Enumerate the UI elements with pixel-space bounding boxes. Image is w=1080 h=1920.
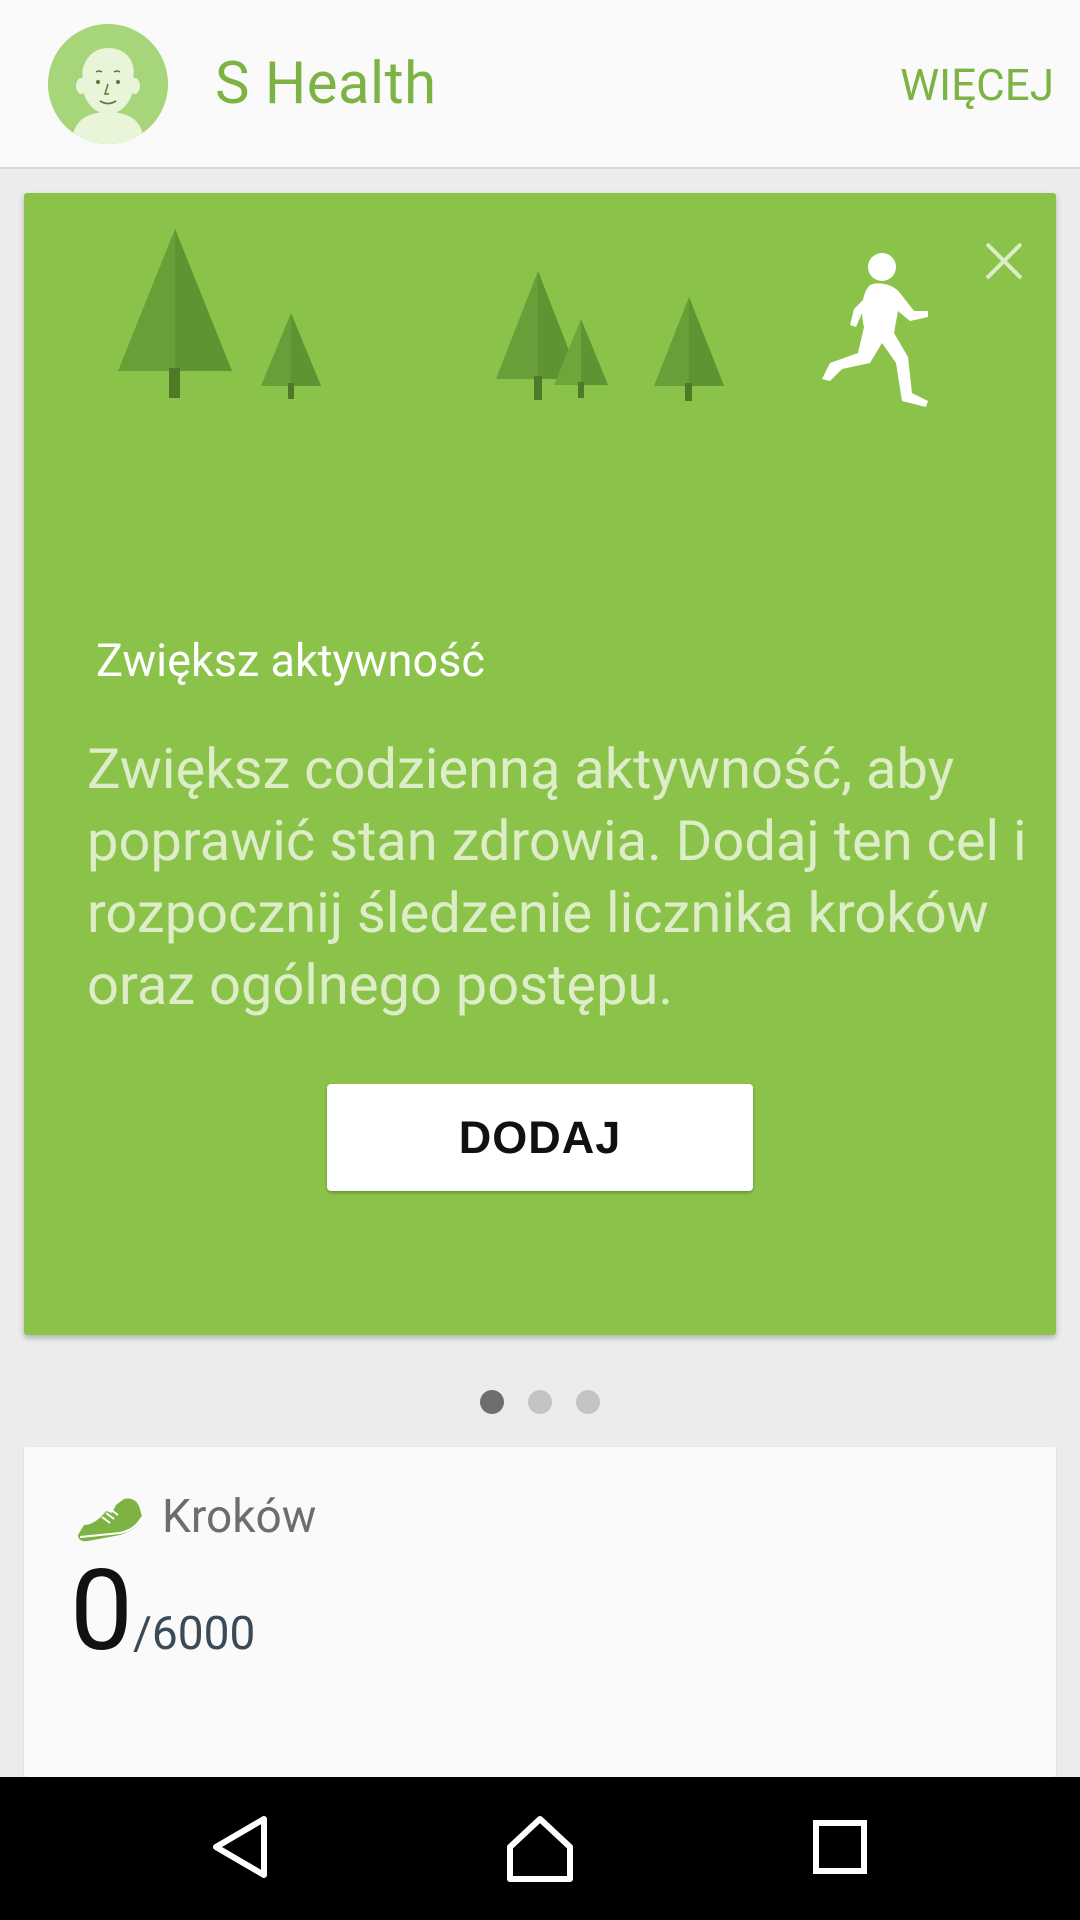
profile-face-icon: [48, 24, 168, 144]
tree-icon: [654, 297, 724, 401]
steps-current-count: 0: [70, 1546, 133, 1677]
pager-dot-2[interactable]: [528, 1390, 552, 1414]
steps-card[interactable]: Kroków 0/6000: [24, 1447, 1056, 1777]
profile-avatar[interactable]: [48, 24, 168, 144]
forest-illustration: [118, 229, 928, 407]
shoe-icon: [78, 1498, 143, 1542]
steps-value: 0/6000: [70, 1547, 255, 1677]
card-description: Zwiększ codzienną aktywność, aby poprawi…: [87, 736, 1027, 1018]
tree-icon: [261, 313, 321, 399]
card-title: Zwiększ aktywność: [96, 634, 485, 687]
back-triangle-icon[interactable]: [200, 1807, 280, 1887]
pager-dot-3[interactable]: [576, 1390, 600, 1414]
add-goal-button[interactable]: DODAJ: [327, 1084, 753, 1191]
tree-icon: [118, 229, 232, 398]
activity-goal-card: Zwiększ aktywność Zwiększ codzienną akty…: [24, 193, 1056, 1335]
app-bar: S Health WIĘCEJ: [0, 0, 1080, 169]
pager-dot-1[interactable]: [480, 1390, 504, 1414]
recents-square-icon[interactable]: [800, 1807, 880, 1887]
app-title: S Health: [215, 50, 437, 118]
system-navigation-bar: [0, 1777, 1080, 1920]
close-icon[interactable]: [974, 231, 1034, 291]
home-icon[interactable]: [500, 1807, 580, 1887]
card-pager: [0, 1390, 1080, 1414]
steps-goal: /6000: [132, 1607, 256, 1661]
steps-label: Kroków: [162, 1490, 317, 1544]
runner-icon: [822, 253, 928, 407]
more-menu-button[interactable]: WIĘCEJ: [900, 58, 1054, 112]
